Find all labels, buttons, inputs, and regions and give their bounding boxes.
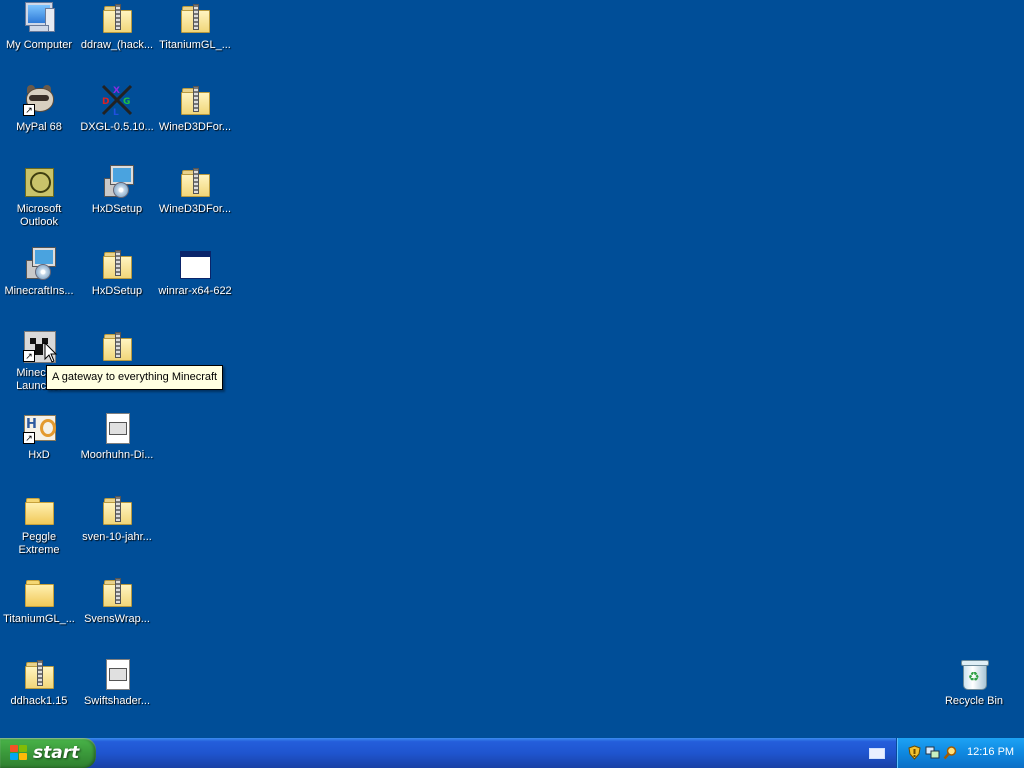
- desktop-icon-dxgl[interactable]: X D G L DXGL-0.5.10...: [78, 84, 156, 134]
- desktop-icon-swiftshader[interactable]: Swiftshader...: [78, 658, 156, 708]
- taskbar: start 12:16 PM: [0, 738, 1024, 768]
- tooltip: A gateway to everything Minecraft: [46, 365, 224, 390]
- start-button[interactable]: start: [0, 738, 96, 768]
- zip-folder-icon: [101, 248, 133, 280]
- zip-folder-icon: [179, 84, 211, 116]
- network-icon[interactable]: [925, 745, 940, 760]
- recycle-bin-icon: ♻: [958, 658, 990, 690]
- desktop-icon-ddhack[interactable]: ddhack1.15: [0, 658, 78, 708]
- desktop-icon-svenswrap[interactable]: SvensWrap...: [78, 576, 156, 626]
- mouse-cursor-icon: [44, 342, 58, 363]
- hxd-icon: H ↗: [23, 412, 56, 444]
- desktop-icon-hxdsetup-exe[interactable]: HxDSetup: [78, 165, 156, 216]
- icon-label: ddhack1.15: [10, 695, 68, 707]
- keyboard-icon[interactable]: [869, 748, 885, 759]
- desktop-icon-peggle[interactable]: Peggle Extreme: [0, 494, 78, 557]
- svg-text:X: X: [113, 86, 120, 96]
- icon-label: WineD3DFor...: [158, 121, 232, 133]
- desktop-icon-minecraftinstaller[interactable]: MinecraftIns...: [0, 247, 78, 298]
- icon-label: HxDSetup: [91, 285, 143, 297]
- document-icon: [101, 412, 133, 444]
- start-label: start: [33, 743, 80, 763]
- icon-label: sven-10-jahr...: [82, 531, 152, 543]
- icon-label: Recycle Bin: [944, 695, 1004, 707]
- desktop: My Computer ↗ MyPal 68 Microsoft Outlook…: [0, 0, 1024, 738]
- svg-text:L: L: [113, 108, 119, 116]
- icon-label: Swiftshader...: [83, 695, 151, 707]
- icon-label: MinecraftIns...: [4, 285, 74, 297]
- desktop-icon-ddraw[interactable]: ddraw_(hack...: [78, 2, 156, 52]
- desktop-icon-hxdsetup-zip[interactable]: HxDSetup: [78, 248, 156, 298]
- security-shield-icon[interactable]: [907, 745, 922, 760]
- icon-label: My Computer: [5, 39, 73, 51]
- setup-icon: [101, 165, 134, 198]
- zip-folder-icon: [101, 576, 133, 608]
- desktop-icon-mypal[interactable]: ↗ MyPal 68: [0, 84, 78, 134]
- icon-label: DXGL-0.5.10...: [80, 121, 154, 133]
- desktop-icon-wined3d-1[interactable]: WineD3DFor...: [156, 84, 234, 134]
- desktop-icon-outlook[interactable]: Microsoft Outlook: [0, 166, 78, 229]
- document-icon: [101, 658, 133, 690]
- icon-label: HxDSetup: [91, 203, 143, 215]
- svg-text:D: D: [102, 97, 109, 107]
- desktop-icon-sven[interactable]: sven-10-jahr...: [78, 494, 156, 544]
- zip-folder-icon: [101, 330, 133, 362]
- application-window-icon: [179, 248, 211, 280]
- desktop-icon-recycle-bin[interactable]: ♻ Recycle Bin: [935, 658, 1013, 708]
- desktop-icon-hxd[interactable]: H ↗ HxD: [0, 412, 78, 462]
- desktop-icon-titaniumgl-folder[interactable]: TitaniumGL_...: [0, 576, 78, 626]
- shortcut-arrow-icon: ↗: [23, 350, 35, 362]
- desktop-icon-titaniumgl-zip[interactable]: TitaniumGL_...: [156, 2, 234, 52]
- folder-icon: [23, 576, 55, 608]
- svg-text:G: G: [123, 97, 130, 107]
- desktop-icon-my-computer[interactable]: My Computer: [0, 2, 78, 52]
- raccoon-icon: ↗: [23, 84, 55, 116]
- icon-label: Microsoft Outlook: [16, 203, 62, 228]
- zip-folder-icon: [101, 494, 133, 526]
- icon-label: TitaniumGL_...: [3, 613, 75, 625]
- search-icon[interactable]: [943, 745, 958, 760]
- icon-label: Moorhuhn-Di...: [80, 449, 154, 461]
- icon-label: HxD: [28, 449, 50, 461]
- clock[interactable]: 12:16 PM: [967, 746, 1014, 758]
- desktop-icon-winrar[interactable]: winrar-x64-622: [156, 248, 234, 298]
- icon-label: winrar-x64-622: [158, 285, 232, 297]
- desktop-icon-moorhuhn[interactable]: Moorhuhn-Di...: [78, 412, 156, 462]
- desktop-icon-zip-unnamed[interactable]: [78, 330, 156, 362]
- icon-label: MyPal 68: [16, 121, 62, 133]
- folder-icon: [23, 494, 55, 526]
- dxgl-icon: X D G L: [101, 84, 133, 116]
- desktop-icon-wined3d-2[interactable]: WineD3DFor...: [156, 166, 234, 216]
- icon-label: TitaniumGL_...: [159, 39, 231, 51]
- icon-label: WineD3DFor...: [158, 203, 232, 215]
- icon-label: ddraw_(hack...: [80, 39, 154, 51]
- icon-label: SvensWrap...: [84, 613, 150, 625]
- icon-label: Peggle Extreme: [18, 531, 60, 556]
- outlook-icon: [23, 166, 55, 198]
- shortcut-arrow-icon: ↗: [23, 104, 35, 116]
- setup-icon: [23, 247, 56, 280]
- windows-logo-icon: [10, 745, 28, 761]
- zip-folder-icon: [101, 2, 133, 34]
- system-tray: 12:16 PM: [896, 738, 1024, 768]
- my-computer-icon: [23, 2, 55, 34]
- zip-folder-icon: [179, 166, 211, 198]
- shortcut-arrow-icon: ↗: [23, 432, 35, 444]
- zip-folder-icon: [23, 658, 55, 690]
- zip-folder-icon: [179, 2, 211, 34]
